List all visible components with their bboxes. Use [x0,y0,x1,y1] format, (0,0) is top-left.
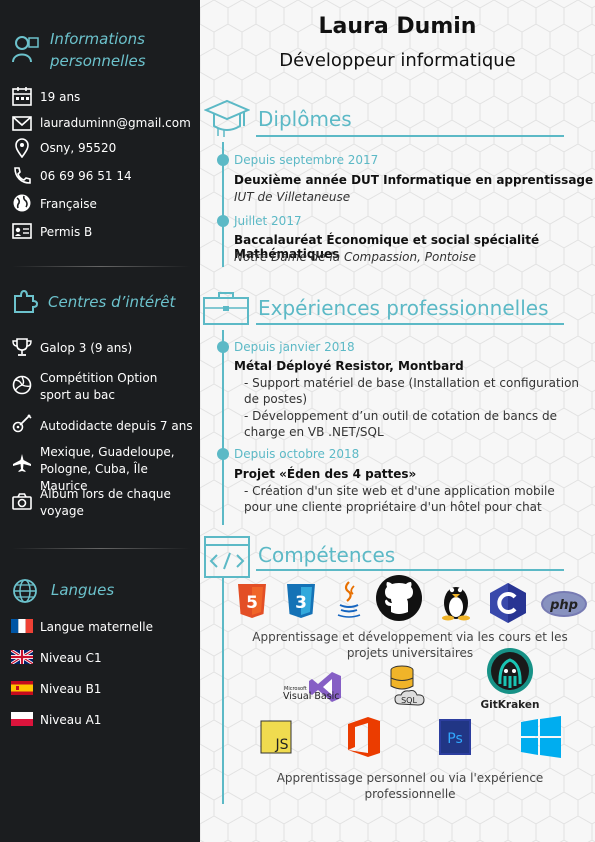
globe-icon [13,194,31,212]
language-french: Langue maternelle [40,620,153,634]
experience-date: Depuis janvier 2018 [234,340,355,354]
sidebar: Informations personnelles 19 ans lauradu… [0,0,200,842]
html5-logo: 5 [238,584,266,618]
sql-database-logo: SQL [390,665,425,706]
diploma-school: IUT de Villetaneuse [234,190,351,204]
diploma-date: Depuis septembre 2017 [234,153,379,167]
gitkraken-text: GitKraken [481,699,540,711]
timeline-dot [217,448,229,460]
interest-photo: Album lors de chaque voyage [40,487,171,518]
divider [256,323,564,325]
gitkraken-logo: GitKraken [481,648,540,711]
css3-logo: 3 [287,584,315,618]
license-card-icon [12,223,32,239]
section-title-diplomas: Diplômes [258,107,352,131]
personal-age: 19 ans [40,90,81,104]
ps-text: Ps [447,731,463,747]
experience-project: Projet «Éden des 4 pattes» [234,467,417,481]
js-text: JS [274,737,288,753]
language-polish: Niveau A1 [40,713,102,727]
javascript-logo: JS [260,720,292,754]
microsoft-office-logo [348,717,380,757]
experience-date: Depuis octobre 2018 [234,447,360,461]
envelope-icon [12,116,32,131]
language-english: Niveau C1 [40,651,102,665]
code-window-icon [204,536,250,578]
job-title: Développeur informatique [279,50,516,71]
calendar-icon [12,87,32,106]
experience-bullet: - Création d'un site web et d'une applic… [244,484,555,514]
section-title-experiences: Expériences professionnelles [258,296,549,320]
interest-riding: Galop 3 (9 ans) [40,341,133,355]
svg-text:5: 5 [246,593,258,613]
personal-phone[interactable]: 06 69 96 51 14 [40,168,132,185]
uk-flag-icon [11,650,33,664]
person-puzzle-icon [12,36,39,63]
personal-nationality: Française [40,197,97,211]
personal-location: Osny, 95520 [40,141,117,155]
php-logo: php [541,591,587,617]
windows-logo [521,716,561,758]
experience-bullet: - Support matériel de base (Installation… [244,376,580,406]
diploma-school: Notre Dame de la Compassion, Pontoise [234,250,476,264]
divider [12,266,190,267]
java-logo [337,581,361,618]
trophy-icon [12,338,32,356]
main-content: Laura Dumin Développeur informatique Dip… [200,0,595,842]
divider [12,548,190,549]
skills-note-personal: Apprentissage personnel ou via l'expérie… [276,771,544,801]
guitar-icon [12,414,32,433]
poland-flag-icon [11,712,33,726]
phone-icon [14,167,31,184]
france-flag-icon [11,619,33,633]
visual-basic-logo: Microsoft Visual Basic [283,672,341,702]
section-title-personal: Informations personnelles [50,30,146,70]
c-language-logo [490,583,526,623]
diploma-date: Juillet 2017 [234,214,302,228]
timeline-dot [217,154,229,166]
interest-guitar: Autodidacte depuis 7 ans [40,419,193,433]
personal-license: Permis B [40,225,93,239]
graduation-cap-icon [204,99,250,137]
divider [256,569,564,571]
svg-text:3: 3 [295,593,307,613]
section-title-languages: Langues [51,581,115,599]
globe-icon [13,579,37,603]
briefcase-icon [203,292,249,325]
language-spanish: Niveau B1 [40,682,102,696]
candidate-name: Laura Dumin [318,14,477,39]
photoshop-logo: Ps [439,719,471,755]
spain-flag-icon [11,681,33,695]
interest-volleyball: Compétition Option sport au bac [40,371,158,402]
diploma-title: Deuxième année DUT Informatique en appre… [234,173,594,187]
timeline-line [222,576,224,804]
section-title-skills: Compétences [258,543,396,567]
volleyball-icon [12,375,32,395]
puzzle-icon [14,289,38,313]
timeline-line [222,330,224,525]
timeline-dot [217,341,229,353]
svg-text:php: php [549,598,578,613]
sql-text: SQL [401,696,417,705]
location-pin-icon [15,138,29,158]
divider [256,135,564,137]
section-title-interests: Centres d’intérêt [48,293,176,311]
timeline-dot [217,215,229,227]
experience-company: Métal Déployé Resistor, Montbard [234,359,464,373]
camera-icon [12,493,32,510]
experience-bullet: - Développement d’un outil de cotation d… [244,409,558,439]
linux-tux-logo [442,587,470,621]
personal-email[interactable]: lauraduminn@gmail.com [40,115,191,132]
vb-name-text: Visual Basic [283,691,340,702]
github-logo [376,575,422,621]
airplane-icon [13,454,31,472]
